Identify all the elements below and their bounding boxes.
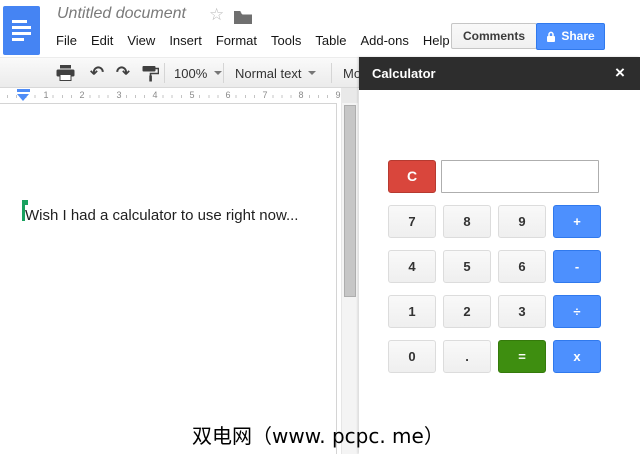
ruler-number: 4 bbox=[150, 90, 160, 100]
toolbar-separator bbox=[164, 63, 165, 83]
paint-format-icon[interactable] bbox=[138, 58, 162, 88]
menu-item-view[interactable]: View bbox=[126, 31, 156, 50]
calc-key-2[interactable]: 2 bbox=[443, 295, 491, 328]
ruler-number: 7 bbox=[260, 90, 270, 100]
ruler-corner bbox=[341, 88, 358, 103]
ruler-number: 5 bbox=[187, 90, 197, 100]
google-docs-window: Untitled document ☆ File Edit View Inser… bbox=[0, 0, 640, 454]
document-scrollbar-track[interactable] bbox=[341, 103, 358, 454]
calc-key-3[interactable]: 3 bbox=[498, 295, 546, 328]
logo-line bbox=[12, 38, 24, 41]
undo-icon[interactable]: ↶ bbox=[85, 58, 109, 88]
calc-key-7[interactable]: 7 bbox=[388, 205, 436, 238]
calc-key-decimal[interactable]: . bbox=[443, 340, 491, 373]
menu-item-table[interactable]: Table bbox=[314, 31, 347, 50]
chevron-down-icon bbox=[308, 71, 317, 75]
menu-item-edit[interactable]: Edit bbox=[90, 31, 114, 50]
share-button-label: Share bbox=[561, 29, 595, 43]
document-text[interactable]: Wish I had a calculator to use right now… bbox=[25, 207, 298, 224]
calc-key-1[interactable]: 1 bbox=[388, 295, 436, 328]
menu-item-help[interactable]: Help bbox=[422, 31, 451, 50]
ruler-number: 3 bbox=[114, 90, 124, 100]
chevron-down-icon bbox=[214, 71, 223, 75]
calculator-panel-title: Calculator bbox=[372, 66, 436, 81]
calculator-panel: Calculator × C 7 8 9 + 4 5 6 - 1 2 3 ÷ 0… bbox=[359, 57, 640, 454]
first-line-indent-marker[interactable] bbox=[17, 89, 30, 92]
calc-key-9[interactable]: 9 bbox=[498, 205, 546, 238]
calc-key-0[interactable]: 0 bbox=[388, 340, 436, 373]
calc-key-subtract[interactable]: - bbox=[553, 250, 601, 283]
calc-display-input[interactable] bbox=[441, 160, 599, 193]
ruler-number: 2 bbox=[77, 90, 87, 100]
menu-item-file[interactable]: File bbox=[55, 31, 78, 50]
menu-item-insert[interactable]: Insert bbox=[168, 31, 203, 50]
paragraph-style-value: Normal text bbox=[235, 65, 302, 81]
menu-item-addons[interactable]: Add-ons bbox=[359, 31, 409, 50]
redo-icon[interactable]: ↷ bbox=[111, 58, 135, 88]
calc-key-6[interactable]: 6 bbox=[498, 250, 546, 283]
menu-item-tools[interactable]: Tools bbox=[270, 31, 302, 50]
logo-line bbox=[12, 32, 31, 35]
print-icon[interactable] bbox=[53, 58, 77, 88]
toolbar-separator bbox=[223, 63, 224, 83]
calc-key-divide[interactable]: ÷ bbox=[553, 295, 601, 328]
watermark-text: 双电网（www. pcpc. me） bbox=[192, 424, 444, 448]
calc-key-multiply[interactable]: x bbox=[553, 340, 601, 373]
close-icon[interactable]: × bbox=[615, 63, 625, 83]
lock-icon bbox=[547, 31, 556, 42]
document-scrollbar-thumb[interactable] bbox=[344, 105, 356, 297]
document-title[interactable]: Untitled document bbox=[57, 5, 186, 23]
menu-item-format[interactable]: Format bbox=[215, 31, 258, 50]
menu-bar: File Edit View Insert Format Tools Table… bbox=[55, 31, 451, 50]
share-button[interactable]: Share bbox=[536, 23, 605, 50]
ruler-number: 6 bbox=[223, 90, 233, 100]
calc-key-equals[interactable]: = bbox=[498, 340, 546, 373]
calculator-panel-header: Calculator × bbox=[359, 57, 640, 90]
paragraph-style-select[interactable]: Normal text bbox=[235, 58, 317, 88]
logo-line bbox=[12, 20, 27, 23]
calc-key-8[interactable]: 8 bbox=[443, 205, 491, 238]
logo-line bbox=[12, 26, 31, 29]
calc-key-add[interactable]: + bbox=[553, 205, 601, 238]
star-icon[interactable]: ☆ bbox=[209, 5, 224, 25]
left-indent-marker[interactable] bbox=[17, 94, 29, 101]
document-page[interactable]: Wish I had a calculator to use right now… bbox=[0, 103, 337, 454]
calc-key-5[interactable]: 5 bbox=[443, 250, 491, 283]
ruler-number: 8 bbox=[296, 90, 306, 100]
folder-icon[interactable] bbox=[234, 11, 252, 29]
docs-logo-icon[interactable] bbox=[3, 6, 40, 55]
comments-button[interactable]: Comments bbox=[451, 23, 538, 49]
ruler-number: 1 bbox=[41, 90, 51, 100]
zoom-select[interactable]: 100% bbox=[174, 58, 223, 88]
calc-key-4[interactable]: 4 bbox=[388, 250, 436, 283]
ruler[interactable]: 1 2 3 4 5 6 7 8 9 bbox=[0, 88, 359, 103]
toolbar-separator bbox=[331, 63, 332, 83]
calc-key-clear[interactable]: C bbox=[388, 160, 436, 193]
zoom-select-value: 100% bbox=[174, 65, 208, 81]
